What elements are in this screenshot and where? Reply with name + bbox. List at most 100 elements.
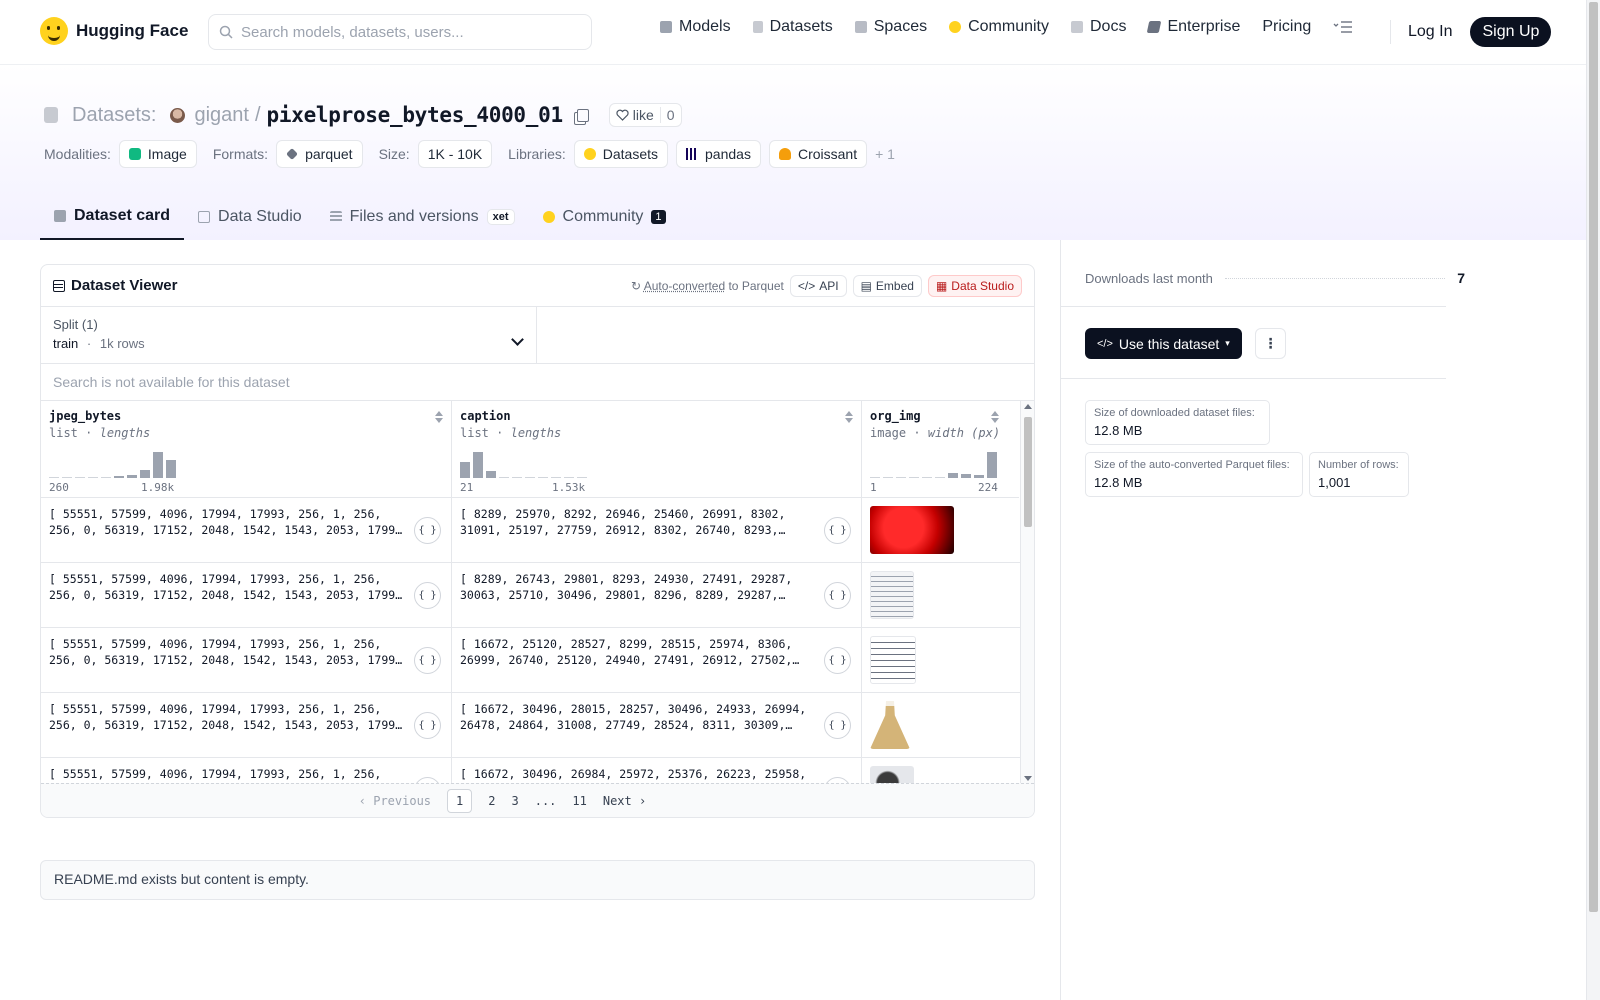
histogram-bar[interactable] xyxy=(88,477,98,478)
owner-link[interactable]: gigant xyxy=(194,104,249,127)
column-header-org-img[interactable]: org_img image · width (px) 1 224 xyxy=(862,401,1019,498)
tag-lib-croissant[interactable]: Croissant xyxy=(768,140,868,168)
signup-button[interactable]: Sign Up xyxy=(1470,17,1552,47)
histogram-bar[interactable] xyxy=(948,473,958,478)
more-options-button[interactable]: ⋮ xyxy=(1255,328,1286,359)
prev-page-button[interactable]: ‹ Previous xyxy=(359,794,431,808)
sort-icon[interactable] xyxy=(845,411,853,423)
cell-jpeg-bytes[interactable]: [ 55551, 57599, 4096, 17994, 17993, 256,… xyxy=(41,693,452,757)
histogram-bar[interactable] xyxy=(473,452,483,478)
histogram-bar[interactable] xyxy=(961,474,971,478)
expand-json-icon[interactable]: { } xyxy=(824,582,851,609)
image-thumbnail[interactable] xyxy=(870,506,954,554)
tag-lib-datasets[interactable]: Datasets xyxy=(573,140,669,168)
image-thumbnail[interactable] xyxy=(870,636,916,684)
tab-community[interactable]: Community 1 xyxy=(529,193,680,240)
copy-icon[interactable] xyxy=(576,108,589,122)
tab-files[interactable]: Files and versions xet xyxy=(316,193,529,240)
login-link[interactable]: Log In xyxy=(1408,23,1452,41)
histogram-bar[interactable] xyxy=(62,477,72,478)
auto-converted-note[interactable]: ↻ Auto-converted to Parquet xyxy=(631,279,784,293)
nav-pricing[interactable]: Pricing xyxy=(1262,18,1311,36)
histogram-bar[interactable] xyxy=(909,477,919,478)
histogram-bar[interactable] xyxy=(499,477,509,478)
dataset-name[interactable]: pixelprose_bytes_4000_01 xyxy=(267,103,564,127)
cell-org-img[interactable] xyxy=(862,693,1019,757)
scroll-up-icon[interactable] xyxy=(1024,404,1032,409)
histogram-bar[interactable] xyxy=(525,477,535,478)
cell-jpeg-bytes[interactable]: [ 55551, 57599, 4096, 17994, 17993, 256,… xyxy=(41,563,452,627)
nav-docs[interactable]: Docs xyxy=(1071,18,1126,36)
nav-enterprise[interactable]: Enterprise xyxy=(1147,18,1240,36)
table-row[interactable]: [ 55551, 57599, 4096, 17994, 17993, 256,… xyxy=(41,628,1034,693)
column-header-jpeg-bytes[interactable]: jpeg_bytes list · lengths 260 1.98k xyxy=(41,401,452,498)
cell-caption[interactable]: [ 8289, 25970, 8292, 26946, 25460, 26991… xyxy=(452,498,862,562)
histogram-bar[interactable] xyxy=(127,475,137,478)
histogram-bar[interactable] xyxy=(101,477,111,478)
image-thumbnail[interactable] xyxy=(870,701,910,749)
cell-org-img[interactable] xyxy=(862,628,1019,692)
table-scrollbar[interactable] xyxy=(1020,401,1034,785)
cell-org-img[interactable] xyxy=(862,498,1019,562)
histogram-bar[interactable] xyxy=(883,477,893,478)
page-scroll-thumb[interactable] xyxy=(1589,2,1598,912)
histogram-bar[interactable] xyxy=(974,475,984,478)
page-3[interactable]: 3 xyxy=(511,794,518,808)
table-row[interactable]: [ 55551, 57599, 4096, 17994, 17993, 256,… xyxy=(41,563,1034,628)
column-histogram[interactable] xyxy=(49,451,176,478)
brand-logo[interactable]: Hugging Face xyxy=(40,17,188,45)
data-studio-button[interactable]: ▦ Data Studio xyxy=(927,274,1022,297)
embed-button[interactable]: ▤ Embed xyxy=(852,274,922,297)
auto-converted-link[interactable]: Auto-converted xyxy=(644,279,725,293)
page-1[interactable]: 1 xyxy=(447,788,473,813)
cell-org-img[interactable] xyxy=(862,758,1019,785)
nav-more-menu[interactable] xyxy=(1333,20,1353,34)
histogram-bar[interactable] xyxy=(564,477,574,478)
tag-lib-pandas[interactable]: pandas xyxy=(676,140,761,168)
histogram-bar[interactable] xyxy=(538,477,548,478)
cell-jpeg-bytes[interactable]: [ 55551, 57599, 4096, 17994, 17993, 256,… xyxy=(41,758,452,785)
sort-icon[interactable] xyxy=(435,411,443,423)
histogram-bar[interactable] xyxy=(935,477,945,478)
cell-caption[interactable]: [ 16672, 30496, 28015, 28257, 30496, 249… xyxy=(452,693,862,757)
expand-json-icon[interactable]: { } xyxy=(414,712,441,739)
histogram-bar[interactable] xyxy=(75,477,85,478)
expand-json-icon[interactable]: { } xyxy=(414,647,441,674)
tag-image[interactable]: Image xyxy=(118,140,197,168)
expand-json-icon[interactable]: { } xyxy=(824,647,851,674)
histogram-bar[interactable] xyxy=(49,477,59,478)
nav-community[interactable]: Community xyxy=(949,18,1049,36)
cell-caption[interactable]: [ 16672, 25120, 28527, 8299, 28515, 2597… xyxy=(452,628,862,692)
page-11[interactable]: 11 xyxy=(572,794,586,808)
use-dataset-button[interactable]: </> Use this dataset ▾ xyxy=(1085,328,1242,359)
split-selector[interactable]: Split (1) train · 1k rows xyxy=(41,307,537,363)
table-row[interactable]: [ 55551, 57599, 4096, 17994, 17993, 256,… xyxy=(41,758,1034,785)
histogram-bar[interactable] xyxy=(166,460,176,478)
search-input[interactable] xyxy=(241,23,571,41)
like-button[interactable]: like 0 xyxy=(608,103,682,127)
histogram-bar[interactable] xyxy=(512,477,522,478)
cell-caption[interactable]: [ 16672, 30496, 26984, 25972, 25376, 262… xyxy=(452,758,862,785)
expand-json-icon[interactable]: { } xyxy=(824,517,851,544)
column-histogram[interactable] xyxy=(460,451,587,478)
more-libraries[interactable]: + 1 xyxy=(875,146,895,162)
column-header-caption[interactable]: caption list · lengths 21 1.53k xyxy=(452,401,862,498)
sort-icon[interactable] xyxy=(991,411,999,423)
image-thumbnail[interactable] xyxy=(870,571,914,619)
tag-size[interactable]: 1K - 10K xyxy=(417,140,493,168)
tag-parquet[interactable]: parquet xyxy=(276,140,363,168)
expand-json-icon[interactable]: { } xyxy=(414,582,441,609)
histogram-bar[interactable] xyxy=(114,476,124,478)
table-row[interactable]: [ 55551, 57599, 4096, 17994, 17993, 256,… xyxy=(41,693,1034,758)
api-button[interactable]: </> API xyxy=(789,274,847,297)
histogram-bar[interactable] xyxy=(153,452,163,478)
cell-caption[interactable]: [ 8289, 26743, 29801, 8293, 24930, 27491… xyxy=(452,563,862,627)
expand-json-icon[interactable]: { } xyxy=(824,712,851,739)
page-scrollbar[interactable] xyxy=(1586,0,1600,1000)
scroll-thumb[interactable] xyxy=(1024,417,1032,527)
tab-data-studio[interactable]: Data Studio xyxy=(184,193,316,240)
histogram-bar[interactable] xyxy=(922,477,932,478)
table-row[interactable]: [ 55551, 57599, 4096, 17994, 17993, 256,… xyxy=(41,498,1034,563)
column-histogram[interactable] xyxy=(870,451,997,478)
expand-json-icon[interactable]: { } xyxy=(414,517,441,544)
